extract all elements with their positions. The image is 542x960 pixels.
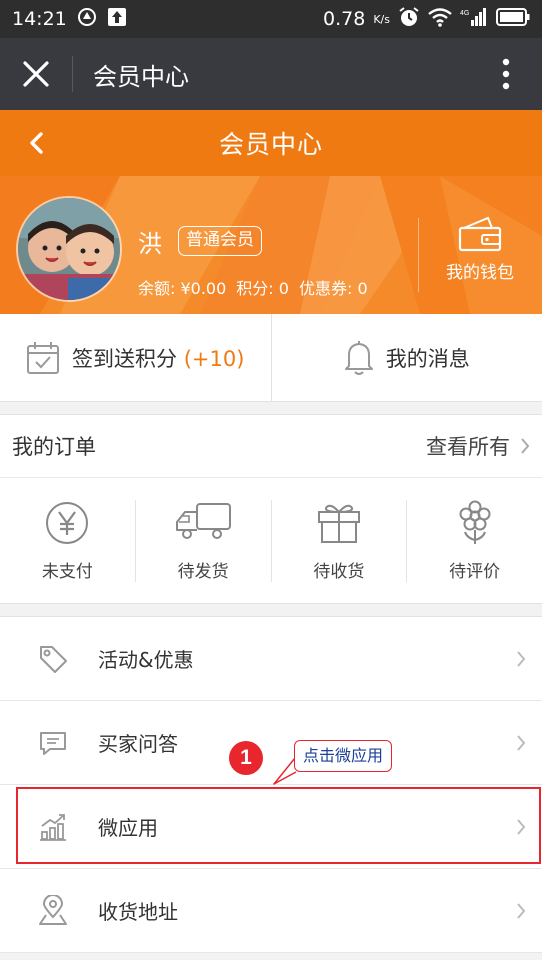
bell-icon <box>344 340 373 375</box>
messages-label: 我的消息 <box>385 346 470 371</box>
menu-item-label: 收货地址 <box>98 900 178 924</box>
title-divider <box>72 56 73 92</box>
tag-icon <box>40 645 67 673</box>
callout-bubble: 点击微应用 <box>294 740 393 772</box>
page-title: 会员中心 <box>218 130 323 159</box>
wechat-title-bar: 会员中心 <box>0 38 542 110</box>
order-state-label: 待收货 <box>313 561 365 582</box>
status-time: 14:21 <box>12 8 67 30</box>
orders-header: 我的订单 查看所有 <box>0 414 542 478</box>
close-button[interactable] <box>0 38 72 110</box>
yen-circle-icon <box>46 501 89 544</box>
flower-icon <box>459 500 491 544</box>
account-stats: 余额: ¥0.00 积分: 0 优惠券: 0 <box>138 275 368 299</box>
order-state-unpaid[interactable]: 未支付 <box>0 500 135 582</box>
menu-list: 活动&优惠 买家问答 微应用 收货地址 <box>0 616 542 953</box>
member-level-badge: 普通会员 <box>178 226 262 256</box>
user-name: 洪 <box>138 230 162 258</box>
chat-icon <box>40 731 66 755</box>
chevron-right-icon <box>517 735 526 751</box>
points-text[interactable]: 积分: 0 <box>236 275 289 299</box>
highlight-box <box>16 787 541 864</box>
quick-actions: 签到送积分 (+10) 我的消息 <box>0 314 542 402</box>
gift-box-icon <box>317 504 360 543</box>
profile-card: 洪 普通会员 余额: ¥0.00 积分: 0 优惠券: 0 我的钱包 <box>0 176 542 314</box>
alarm-icon <box>398 6 420 33</box>
order-state-to-receive[interactable]: 待收货 <box>270 499 407 582</box>
order-state-label: 待发货 <box>177 561 229 582</box>
more-menu-button[interactable] <box>470 38 542 110</box>
order-status-row: 未支付 待发货 待收货 待评价 <box>0 478 542 604</box>
network-type: 4G <box>460 10 469 17</box>
calendar-check-icon <box>27 341 60 374</box>
menu-item-buyer-qa[interactable]: 买家问答 <box>0 701 542 785</box>
upload-icon <box>107 7 127 32</box>
avatar[interactable] <box>16 196 122 302</box>
network-speed: 0.78 <box>323 8 366 30</box>
chevron-right-icon <box>517 651 526 667</box>
menu-item-label: 活动&优惠 <box>98 648 194 672</box>
status-bar: 14:21 0.78 K/s 4G <box>0 0 542 38</box>
order-state-label: 待评价 <box>449 561 501 582</box>
location-icon <box>39 894 67 925</box>
coupons-text[interactable]: 优惠券: 0 <box>299 275 368 299</box>
view-all-orders-link[interactable]: 查看所有 <box>426 431 530 461</box>
wechat-title: 会员中心 <box>93 62 189 91</box>
orders-title: 我的订单 <box>12 435 96 459</box>
checkin-bonus: (+10) <box>183 346 245 371</box>
wifi-icon <box>428 7 452 32</box>
close-icon <box>23 61 49 87</box>
back-button[interactable] <box>18 124 54 162</box>
chevron-right-icon <box>517 903 526 919</box>
page-header: 会员中心 <box>0 110 542 176</box>
messages-button[interactable]: 我的消息 <box>270 314 542 401</box>
chevron-right-icon <box>521 438 530 454</box>
wallet-divider <box>418 218 419 292</box>
balance-text[interactable]: 余额: ¥0.00 <box>138 275 226 299</box>
order-state-to-ship[interactable]: 待发货 <box>134 499 271 582</box>
sync-icon <box>77 7 97 32</box>
menu-item-label: 买家问答 <box>98 732 178 756</box>
menu-item-promotions[interactable]: 活动&优惠 <box>0 617 542 701</box>
speed-unit: K/s <box>373 12 390 26</box>
avatar-photo <box>18 198 120 300</box>
wallet-label: 我的钱包 <box>446 263 514 283</box>
signal-icon: 4G <box>460 7 488 32</box>
order-state-to-review[interactable]: 待评价 <box>406 499 542 582</box>
checkin-button[interactable]: 签到送积分 (+10) <box>0 314 271 401</box>
checkin-label: 签到送积分 <box>72 346 178 371</box>
more-vertical-icon <box>502 58 510 90</box>
back-arrow-icon <box>30 132 43 154</box>
battery-icon <box>496 7 530 31</box>
view-all-label: 查看所有 <box>426 435 510 459</box>
menu-item-shipping-address[interactable]: 收货地址 <box>0 869 542 953</box>
my-wallet-button[interactable]: 我的钱包 <box>430 216 530 296</box>
step-number-badge: 1 <box>229 741 263 775</box>
truck-icon <box>176 502 232 539</box>
wallet-icon <box>458 216 502 252</box>
order-state-label: 未支付 <box>41 561 93 582</box>
